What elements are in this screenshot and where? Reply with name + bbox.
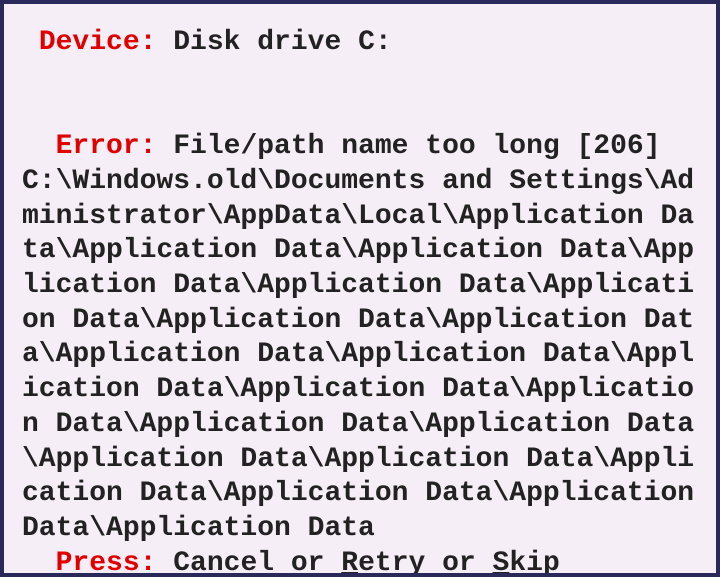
device-label: Device: (22, 27, 173, 58)
retry-option[interactable]: Retry (341, 548, 425, 577)
retry-hotkey: R (341, 548, 358, 577)
skip-hotkey: S (493, 548, 510, 577)
cancel-text: ancel (190, 548, 274, 577)
error-value: File/path name too long [206] C:\Windows… (22, 131, 711, 544)
separator-or: or (274, 548, 341, 577)
cancel-option[interactable]: Cancel (173, 548, 274, 577)
skip-option[interactable]: Skip (493, 548, 560, 577)
separator-or: or (425, 548, 492, 577)
device-value: Disk drive C: (173, 27, 391, 58)
skip-text: kip (509, 548, 559, 577)
error-dialog: Device: Disk drive C: Error: File/path n… (0, 0, 720, 577)
error-label: Error: (22, 131, 173, 162)
cancel-hotkey: C (173, 548, 190, 577)
press-label: Press: (22, 548, 173, 577)
retry-text: etry (358, 548, 425, 577)
